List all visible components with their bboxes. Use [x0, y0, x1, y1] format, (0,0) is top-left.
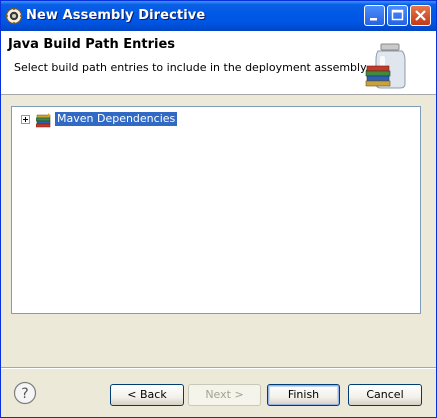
maximize-button[interactable]: [387, 5, 408, 26]
window-title: New Assembly Directive: [26, 8, 206, 23]
dialog-window: New Assembly Directive Java Build Path E…: [0, 0, 437, 418]
cancel-button[interactable]: Cancel: [348, 384, 422, 406]
button-bar-separator: [1, 367, 436, 369]
title-bar[interactable]: New Assembly Directive: [1, 1, 436, 31]
library-books-icon: [36, 113, 51, 128]
svg-text:?: ?: [21, 386, 28, 402]
finish-button[interactable]: Finish: [267, 384, 340, 406]
maximize-icon: [391, 9, 404, 21]
close-icon: [415, 10, 426, 21]
library-jar-icon: [365, 43, 406, 89]
close-button[interactable]: [410, 5, 431, 26]
expand-plus-icon[interactable]: [21, 115, 30, 124]
minimize-button[interactable]: [364, 5, 385, 26]
page-title: Java Build Path Entries: [8, 37, 176, 52]
minimize-icon: [370, 18, 377, 21]
help-icon[interactable]: ?: [13, 381, 37, 405]
next-button[interactable]: Next >: [188, 384, 261, 406]
back-button[interactable]: < Back: [110, 384, 184, 406]
eclipse-gear-icon: [5, 7, 23, 25]
build-path-tree[interactable]: Maven Dependencies: [11, 106, 421, 314]
page-description: Select build path entries to include in …: [14, 61, 369, 74]
wizard-header: Java Build Path Entries Select build pat…: [1, 31, 436, 95]
tree-item-label[interactable]: Maven Dependencies: [55, 112, 178, 126]
